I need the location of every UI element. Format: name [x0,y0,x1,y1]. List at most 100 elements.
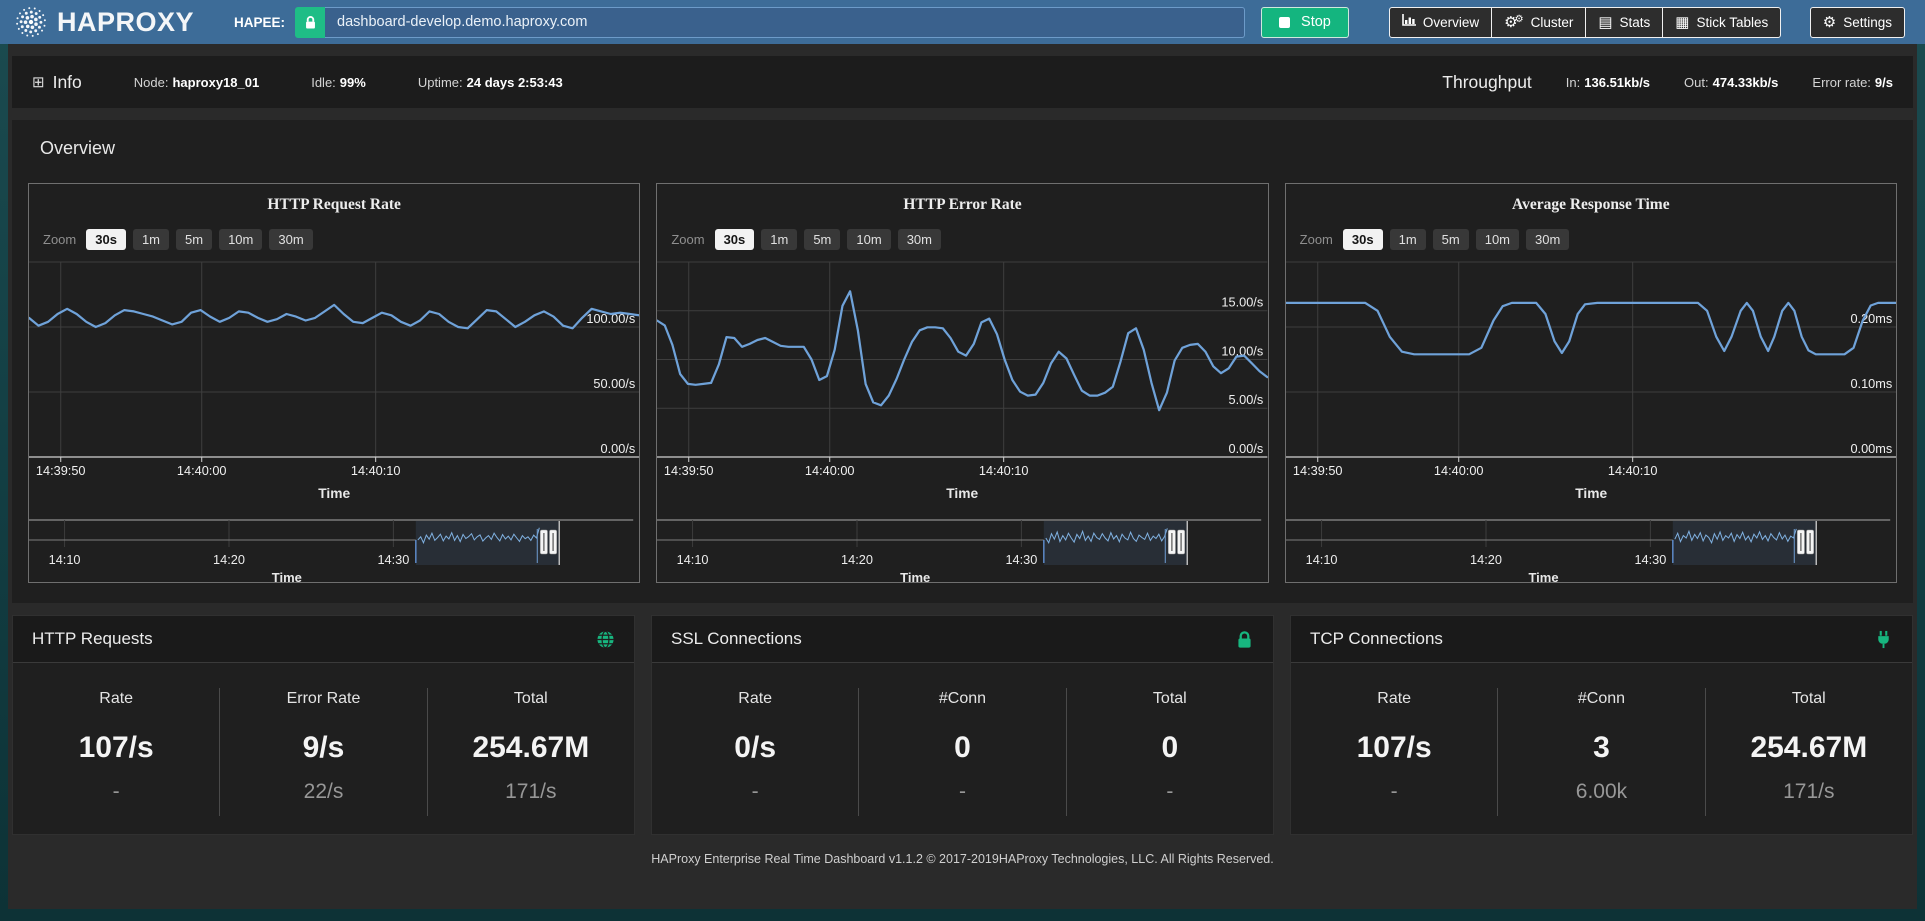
zoom-button-1m[interactable]: 1m [1390,229,1426,250]
section-title: Overview [40,138,1897,159]
svg-text:14:20: 14:20 [1470,553,1502,567]
svg-text:0.00ms: 0.00ms [1850,442,1892,456]
zoom-button-10m[interactable]: 10m [847,229,890,250]
card-title: HTTP Requests [32,629,153,649]
card-title: TCP Connections [1310,629,1443,649]
zoom-button-30s[interactable]: 30s [1343,229,1383,250]
stats-icon: ▤ [1598,15,1612,30]
zoom-button-30s[interactable]: 30s [86,229,126,250]
gears-icon: ⚙⚙ [1504,15,1523,30]
range-time-label: Time [1286,570,1802,583]
column-label: Total [428,690,634,708]
zoom-button-10m[interactable]: 10m [1476,229,1519,250]
zoom-button-1m[interactable]: 1m [761,229,797,250]
chart-panel: Average Response TimeZoom30s1m5m10m30m14… [1285,183,1897,583]
range-selector-svg[interactable]: 14:1014:2014:30 [1286,519,1896,569]
svg-text:Time: Time [318,486,350,501]
column-label: Rate [652,690,858,708]
zoom-button-30m[interactable]: 30m [898,229,941,250]
column-value: 9/s [220,731,426,765]
cluster-button[interactable]: ⚙⚙ Cluster [1491,7,1586,38]
haproxy-logo: HAPROXY [14,5,194,39]
line-chart-svg[interactable]: 14:39:5014:40:0014:40:100.20ms0.10ms0.00… [1286,258,1896,504]
zoom-button-30m[interactable]: 30m [269,229,312,250]
throughput-group: Throughput In:136.51kb/s Out:474.33kb/s … [1442,72,1893,93]
column-label: Rate [13,690,219,708]
svg-text:Time: Time [947,486,979,501]
zoom-button-5m[interactable]: 5m [804,229,840,250]
svg-text:14:39:50: 14:39:50 [1293,464,1343,478]
column-sub: - [13,780,219,804]
column-sub: 171/s [428,780,634,804]
svg-text:14:20: 14:20 [213,553,245,567]
column-sub: - [859,780,1065,804]
card-tcp-connections: TCP ConnectionsRate107/s-#Conn36.00kTota… [1290,615,1913,835]
y-axis-labels: 15.00/s10.00/s5.00/s0.00/s [1222,296,1264,456]
throughput-out: Out:474.33kb/s [1684,75,1778,90]
card-body: Rate107/s-Error Rate9/s22/sTotal254.67M1… [13,663,634,834]
zoom-label: Zoom [671,232,704,247]
card-column: Rate 107/s - [13,688,219,816]
address-input[interactable] [325,7,1245,38]
column-value: 3 [1498,731,1704,765]
line-chart-svg[interactable]: 14:39:50 14:40:00 14:40:10 15.00/s10.00/s5.… [657,258,1267,504]
stats-button[interactable]: ▤ Stats [1585,7,1663,38]
charts-row: HTTP Request Rate Zoom 30s 1m 5m 10m 30m 14:39:… [28,183,1897,583]
overview-button[interactable]: Overview [1389,7,1492,38]
zoom-button-10m[interactable]: 10m [219,229,262,250]
card-column: #Conn 3 6.00k [1497,688,1704,816]
range-selector-svg[interactable]: 14:1014:2014:30 [29,519,639,569]
column-sub: - [1067,780,1273,804]
settings-button[interactable]: ⚙ Settings [1810,7,1905,38]
stick-tables-button[interactable]: ▦ Stick Tables [1662,7,1781,38]
column-label: #Conn [1498,690,1704,708]
zoom-row: Zoom 30s 1m 5m 10m 30m [671,229,1267,250]
column-sub: 6.00k [1498,780,1704,804]
series-line [29,305,639,328]
zoom-button-30s[interactable]: 30s [715,229,755,250]
zoom-row: Zoom30s1m5m10m30m [1300,229,1896,250]
expand-icon[interactable]: ⊞ [32,73,45,91]
card-header: HTTP Requests [13,616,634,663]
svg-text:0.10ms: 0.10ms [1850,377,1892,391]
svg-text:14:30: 14:30 [1634,553,1666,567]
column-value: 254.67M [1706,731,1912,765]
footer-text: HAProxy Enterprise Real Time Dashboard v… [8,835,1917,866]
card-body: Rate0/s-#Conn0-Total0- [652,663,1273,834]
range-time-label: Time [657,570,1173,583]
chart-title: Average Response Time [1286,196,1896,214]
card-column: Total254.67M171/s [427,688,634,816]
svg-text:14:40:10: 14:40:10 [1608,464,1658,478]
column-value: 107/s [1291,731,1497,765]
chart-icon [1402,14,1416,30]
zoom-label: Zoom [43,232,76,247]
chart-title: HTTP Request Rate [29,196,639,214]
card-column: Total0- [1066,688,1273,816]
card-ssl-connections: SSL ConnectionsRate0/s-#Conn0-Total0- [651,615,1274,835]
column-label: Rate [1291,690,1497,708]
svg-text:14:40:10: 14:40:10 [979,464,1029,478]
chart-panel: HTTP Error RateZoom30s1m5m10m30m14:39:50… [656,183,1268,583]
card-body: Rate107/s-#Conn36.00kTotal254.67M171/s [1291,663,1912,834]
info-bar: ⊞ Info Node:haproxy18_01 Idle:99% Uptime… [12,56,1913,108]
column-value: 107/s [13,731,219,765]
range-selector-svg[interactable]: 14:1014:2014:30 [657,519,1267,569]
svg-text:14:40:00: 14:40:00 [177,464,227,478]
svg-text:14:40:00: 14:40:00 [805,464,855,478]
y-axis-labels: 0.20ms0.10ms0.00ms [1850,312,1892,456]
zoom-button-5m[interactable]: 5m [176,229,212,250]
zoom-button-5m[interactable]: 5m [1433,229,1469,250]
column-sub: - [652,780,858,804]
zoom-button-30m[interactable]: 30m [1526,229,1569,250]
svg-text:14:39:50: 14:39:50 [664,464,714,478]
hapee-label: HAPEE: [234,15,285,30]
stop-button[interactable]: Stop [1261,7,1349,38]
zoom-button-1m[interactable]: 1m [133,229,169,250]
line-chart-svg[interactable]: 14:39:5014:40:0014:40:10100.00/s50.00/s0… [29,258,639,504]
column-label: Error Rate [220,690,426,708]
column-value: 0/s [652,731,858,765]
lock-icon [295,7,325,38]
stick-tables-label: Stick Tables [1696,15,1768,30]
svg-text:0.00/s: 0.00/s [1229,442,1264,456]
column-sub: - [1291,780,1497,804]
